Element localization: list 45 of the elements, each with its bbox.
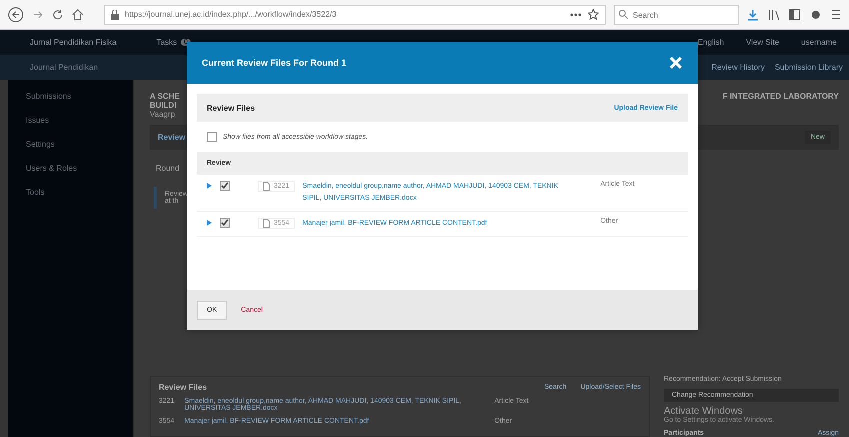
header-link[interactable]: English	[698, 38, 724, 47]
document-icon[interactable]	[263, 182, 270, 191]
sidebar-item[interactable]: Submissions	[26, 92, 133, 101]
submission-title: BUILDI	[150, 101, 178, 110]
panel-title: Review Files	[159, 383, 208, 392]
header-link[interactable]: View Site	[746, 38, 780, 47]
url-text: https://journal.unej.ac.id/index.php/.../workflow/index/3522/3	[125, 10, 337, 19]
document-icon[interactable]	[263, 219, 270, 228]
review-tab[interactable]: Review	[158, 133, 186, 142]
journal-switcher[interactable]: Jurnal Pendidikan Fisika	[30, 38, 117, 47]
forward-icon[interactable]	[32, 8, 44, 20]
site-title[interactable]: Journal Pendidikan	[30, 63, 98, 72]
menu-icon[interactable]	[831, 8, 841, 20]
lock-icon[interactable]	[111, 10, 119, 20]
expand-icon[interactable]	[207, 183, 212, 189]
library-icon[interactable]	[768, 8, 780, 20]
sidebar-item[interactable]: Issues	[26, 116, 133, 125]
author-name: Vaagrp	[150, 110, 176, 119]
star-icon[interactable]	[588, 9, 599, 20]
sidebar-item[interactable]: Tools	[26, 188, 133, 197]
close-icon[interactable]	[669, 56, 683, 70]
submission-title: F INTEGRATED LABORATORY	[722, 92, 839, 103]
tasks-link[interactable]: Tasks	[156, 38, 178, 47]
header-link[interactable]: username	[801, 38, 837, 47]
sidebar-item[interactable]: Settings	[26, 140, 133, 149]
more-icon[interactable]	[570, 12, 582, 16]
modal-title: Current Review Files For Round 1	[202, 58, 347, 68]
notice-title: Activate Windows	[664, 406, 744, 417]
panel-title: Review Files	[207, 104, 256, 112]
checkbox[interactable]	[207, 132, 217, 142]
sidebar-item[interactable]: Users & Roles	[26, 164, 133, 173]
expand-icon[interactable]	[207, 220, 212, 226]
search-field[interactable]: Search	[614, 5, 739, 25]
extension-icon[interactable]	[810, 8, 822, 20]
header-link[interactable]: Review History	[712, 63, 765, 72]
back-icon[interactable]	[8, 6, 24, 22]
address-bar[interactable]: https://journal.unej.ac.id/index.php/.../workflow/index/3522/3	[104, 4, 606, 24]
reload-icon[interactable]	[52, 8, 64, 20]
home-icon[interactable]	[72, 8, 84, 20]
sidebar-icon[interactable]	[789, 8, 801, 20]
search-icon[interactable]	[619, 10, 628, 18]
submission-title: A SCHE	[150, 92, 180, 101]
download-icon[interactable]	[747, 8, 759, 20]
header-link[interactable]: Submission Library	[774, 63, 843, 72]
round-tab[interactable]: Round	[150, 156, 186, 181]
